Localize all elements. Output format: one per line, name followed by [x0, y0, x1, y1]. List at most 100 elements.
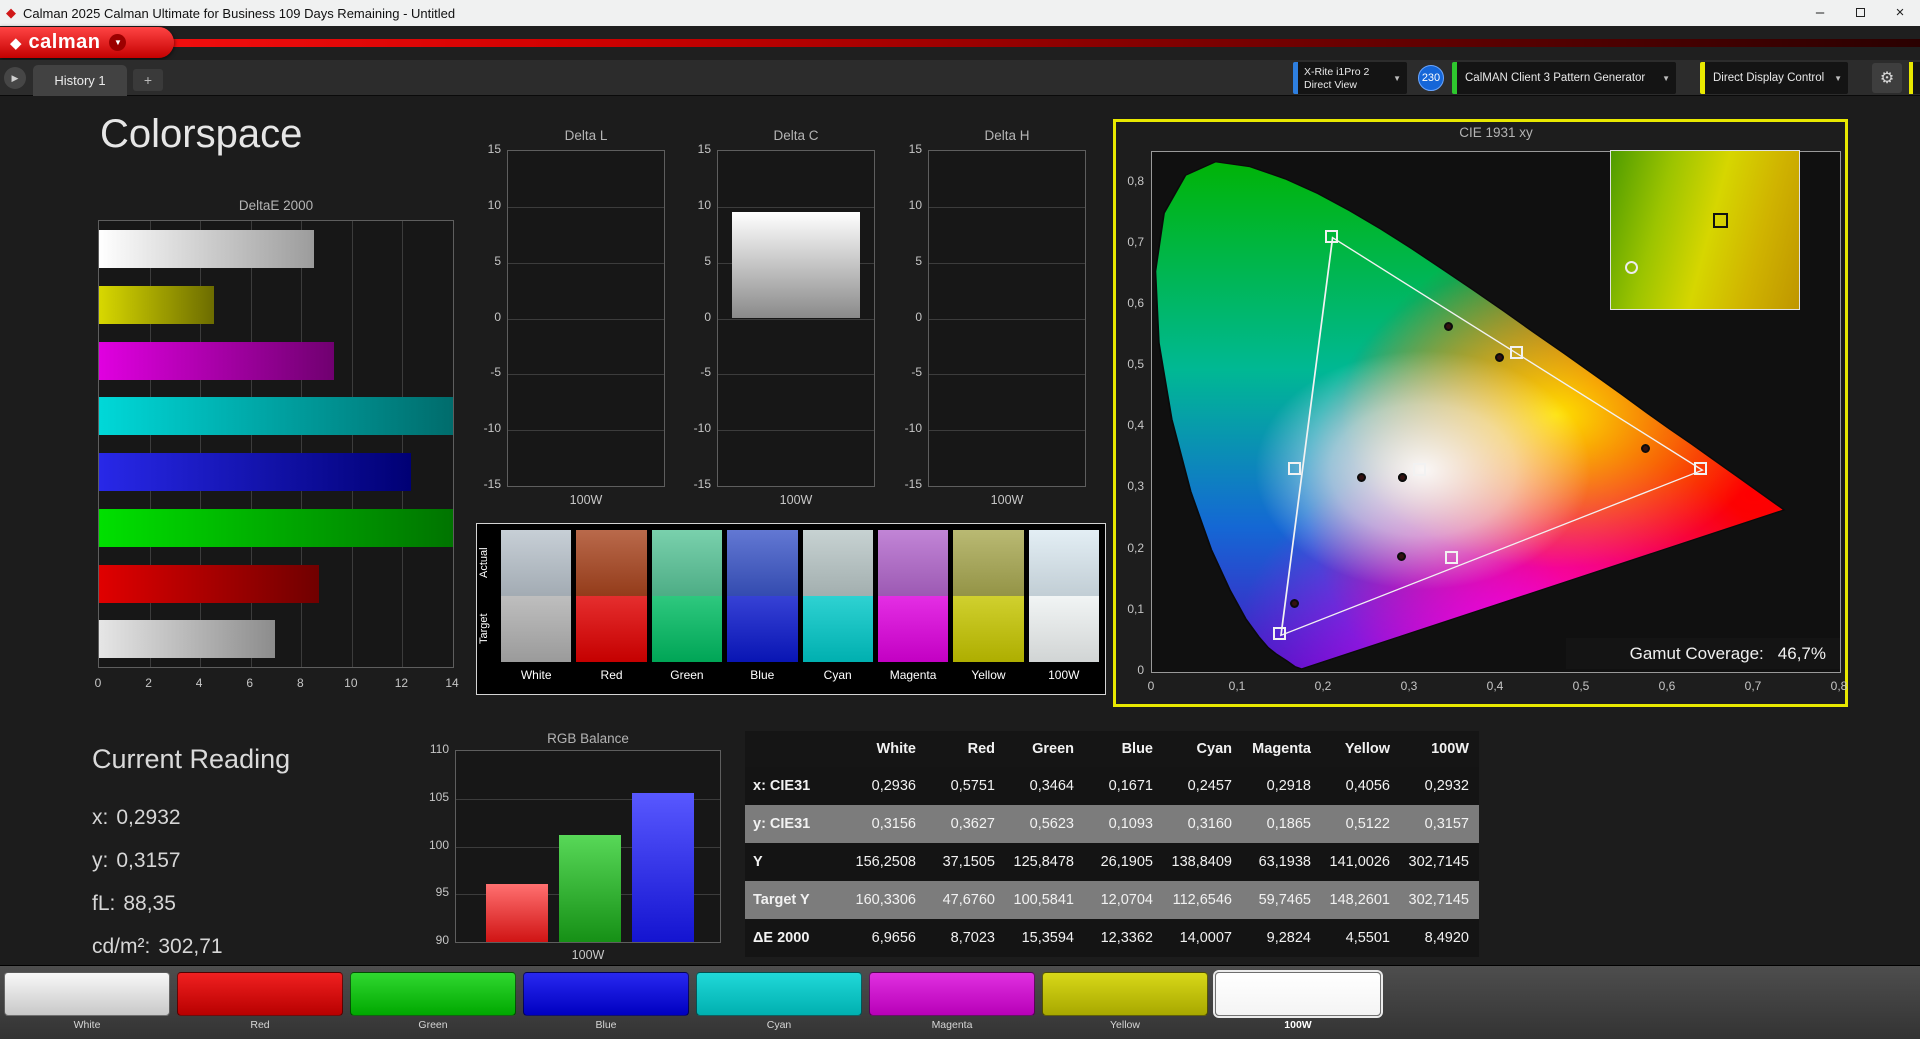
- table-cell: 47,6760: [926, 881, 1005, 919]
- rgb-y-tick-label: 90: [417, 933, 449, 947]
- pattern-label: Yellow: [1042, 1019, 1208, 1031]
- pattern-button-100w[interactable]: 100W: [1215, 972, 1381, 1031]
- close-button[interactable]: ×: [1880, 0, 1920, 26]
- reading-cdm2-label: cd/m²:: [92, 935, 150, 958]
- delta-h-gridline: [929, 207, 1085, 208]
- reading-y: y:0,3157: [92, 849, 189, 873]
- table-cell: 0,3160: [1163, 805, 1242, 843]
- table-cell: 0,2918: [1242, 767, 1321, 805]
- target-marker-magenta: [1445, 551, 1458, 564]
- swatch-column-green: Green: [652, 530, 722, 688]
- rgb-balance-chart-title: RGB Balance: [455, 731, 721, 746]
- pattern-swatch-yellow: [1042, 972, 1208, 1016]
- pattern-generator-dropdown[interactable]: CalMAN Client 3 Pattern Generator ▼: [1452, 62, 1676, 94]
- maximize-button[interactable]: [1840, 0, 1880, 26]
- delta-c-gridline: [718, 207, 874, 208]
- calman-logo-menu[interactable]: ◆ calman ▼: [0, 27, 174, 58]
- meter-device-dropdown[interactable]: X-Rite i1Pro 2 Direct View ▼: [1293, 62, 1407, 94]
- settings-gear-button[interactable]: ⚙: [1872, 63, 1902, 93]
- tab-scroll-button[interactable]: ▶: [4, 67, 26, 89]
- calman-diamond-icon: ◆: [10, 34, 22, 52]
- measured-marker-cyan: [1357, 473, 1366, 482]
- pattern-button-green[interactable]: Green: [350, 972, 516, 1031]
- target-swatch-100w: [1029, 596, 1099, 662]
- inset-measured-marker: [1625, 261, 1638, 274]
- table-header-magenta: Magenta: [1242, 731, 1321, 767]
- pattern-label: Green: [350, 1019, 516, 1031]
- reading-cdm2-value: 302,71: [158, 935, 222, 958]
- swatch-column-label: Cyan: [803, 662, 873, 688]
- table-cell: 12,0704: [1084, 881, 1163, 919]
- delta-c-bar-100w: [732, 212, 860, 318]
- measurement-results-table: WhiteRedGreenBlueCyanMagentaYellow100Wx:…: [745, 731, 1479, 957]
- reading-x: x:0,2932: [92, 806, 189, 830]
- rgb-bar-red: [486, 884, 548, 942]
- table-cell: 0,1671: [1084, 767, 1163, 805]
- reading-fl-value: 88,35: [123, 892, 176, 915]
- deltae-x-tick-label: 14: [440, 676, 464, 690]
- table-cell: 63,1938: [1242, 843, 1321, 881]
- minimize-button[interactable]: –: [1800, 0, 1840, 26]
- tab-bar: ▶ History 1 + X-Rite i1Pro 2 Direct View…: [0, 60, 1920, 96]
- pattern-swatch-magenta: [869, 972, 1035, 1016]
- table-header-100w: 100W: [1400, 731, 1479, 767]
- add-tab-button[interactable]: +: [133, 69, 163, 91]
- delta-l-gridline: [508, 263, 664, 264]
- swatch-column-magenta: Magenta: [878, 530, 948, 688]
- table-cell: 12,3362: [1084, 919, 1163, 957]
- deltae-gridline: [402, 221, 403, 667]
- reading-y-label: y:: [92, 849, 108, 872]
- pattern-label: Magenta: [869, 1019, 1035, 1031]
- delta-h-y-tick-label: 15: [890, 142, 922, 156]
- measured-marker-100w: [1398, 473, 1407, 482]
- deltae-x-tick-label: 0: [86, 676, 110, 690]
- deltae-x-tick-label: 4: [187, 676, 211, 690]
- tab-history-1[interactable]: History 1: [33, 65, 127, 96]
- rgb-bar-blue: [632, 793, 694, 942]
- swatch-column-white: White: [501, 530, 571, 688]
- pattern-button-red[interactable]: Red: [177, 972, 343, 1031]
- delta-l-chart: [507, 150, 665, 487]
- pattern-label: Blue: [523, 1019, 689, 1031]
- swatch-column-label: Yellow: [953, 662, 1023, 688]
- pattern-button-yellow[interactable]: Yellow: [1042, 972, 1208, 1031]
- reading-cdm2: cd/m²: 302,71: [92, 935, 231, 959]
- display-control-dropdown[interactable]: Direct Display Control ▼: [1700, 62, 1848, 94]
- meter-status-badge[interactable]: 230: [1418, 65, 1444, 91]
- gamut-coverage-value: 46,7%: [1778, 644, 1826, 664]
- pattern-button-magenta[interactable]: Magenta: [869, 972, 1035, 1031]
- delta-l-y-tick-label: 0: [469, 310, 501, 324]
- actual-swatch-green: [652, 530, 722, 596]
- pattern-swatch-blue: [523, 972, 689, 1016]
- delta-c-y-tick-label: 15: [679, 142, 711, 156]
- pattern-button-white[interactable]: White: [4, 972, 170, 1031]
- pattern-swatch-100w: [1215, 972, 1381, 1016]
- delta-l-y-tick-label: 5: [469, 254, 501, 268]
- pattern-button-blue[interactable]: Blue: [523, 972, 689, 1031]
- titlebar: ◆ Calman 2025 Calman Ultimate for Busine…: [0, 0, 1920, 26]
- swatch-column-label: Red: [576, 662, 646, 688]
- delta-h-y-tick-label: 0: [890, 310, 922, 324]
- display-control-label: Direct Display Control: [1713, 72, 1824, 84]
- target-swatch-cyan: [803, 596, 873, 662]
- actual-swatch-magenta: [878, 530, 948, 596]
- pattern-button-cyan[interactable]: Cyan: [696, 972, 862, 1031]
- delta-c-y-tick-label: 0: [679, 310, 711, 324]
- swatch-column-100w: 100W: [1029, 530, 1099, 688]
- pattern-label: White: [4, 1019, 170, 1031]
- pattern-swatch-white: [4, 972, 170, 1016]
- target-marker-red: [1694, 462, 1707, 475]
- table-cell: 0,4056: [1321, 767, 1400, 805]
- target-swatch-yellow: [953, 596, 1023, 662]
- measured-marker-yellow: [1495, 353, 1504, 362]
- measured-marker-green: [1444, 322, 1453, 331]
- table-cell: 0,2936: [847, 767, 926, 805]
- target-marker-blue: [1273, 627, 1286, 640]
- table-cell: 59,7465: [1242, 881, 1321, 919]
- table-header-yellow: Yellow: [1321, 731, 1400, 767]
- target-swatch-magenta: [878, 596, 948, 662]
- clipped-toolbar-button[interactable]: [1909, 62, 1920, 94]
- delta-h-y-tick-label: -5: [890, 365, 922, 379]
- delta-l-gridline: [508, 374, 664, 375]
- rgb-y-tick-label: 95: [417, 885, 449, 899]
